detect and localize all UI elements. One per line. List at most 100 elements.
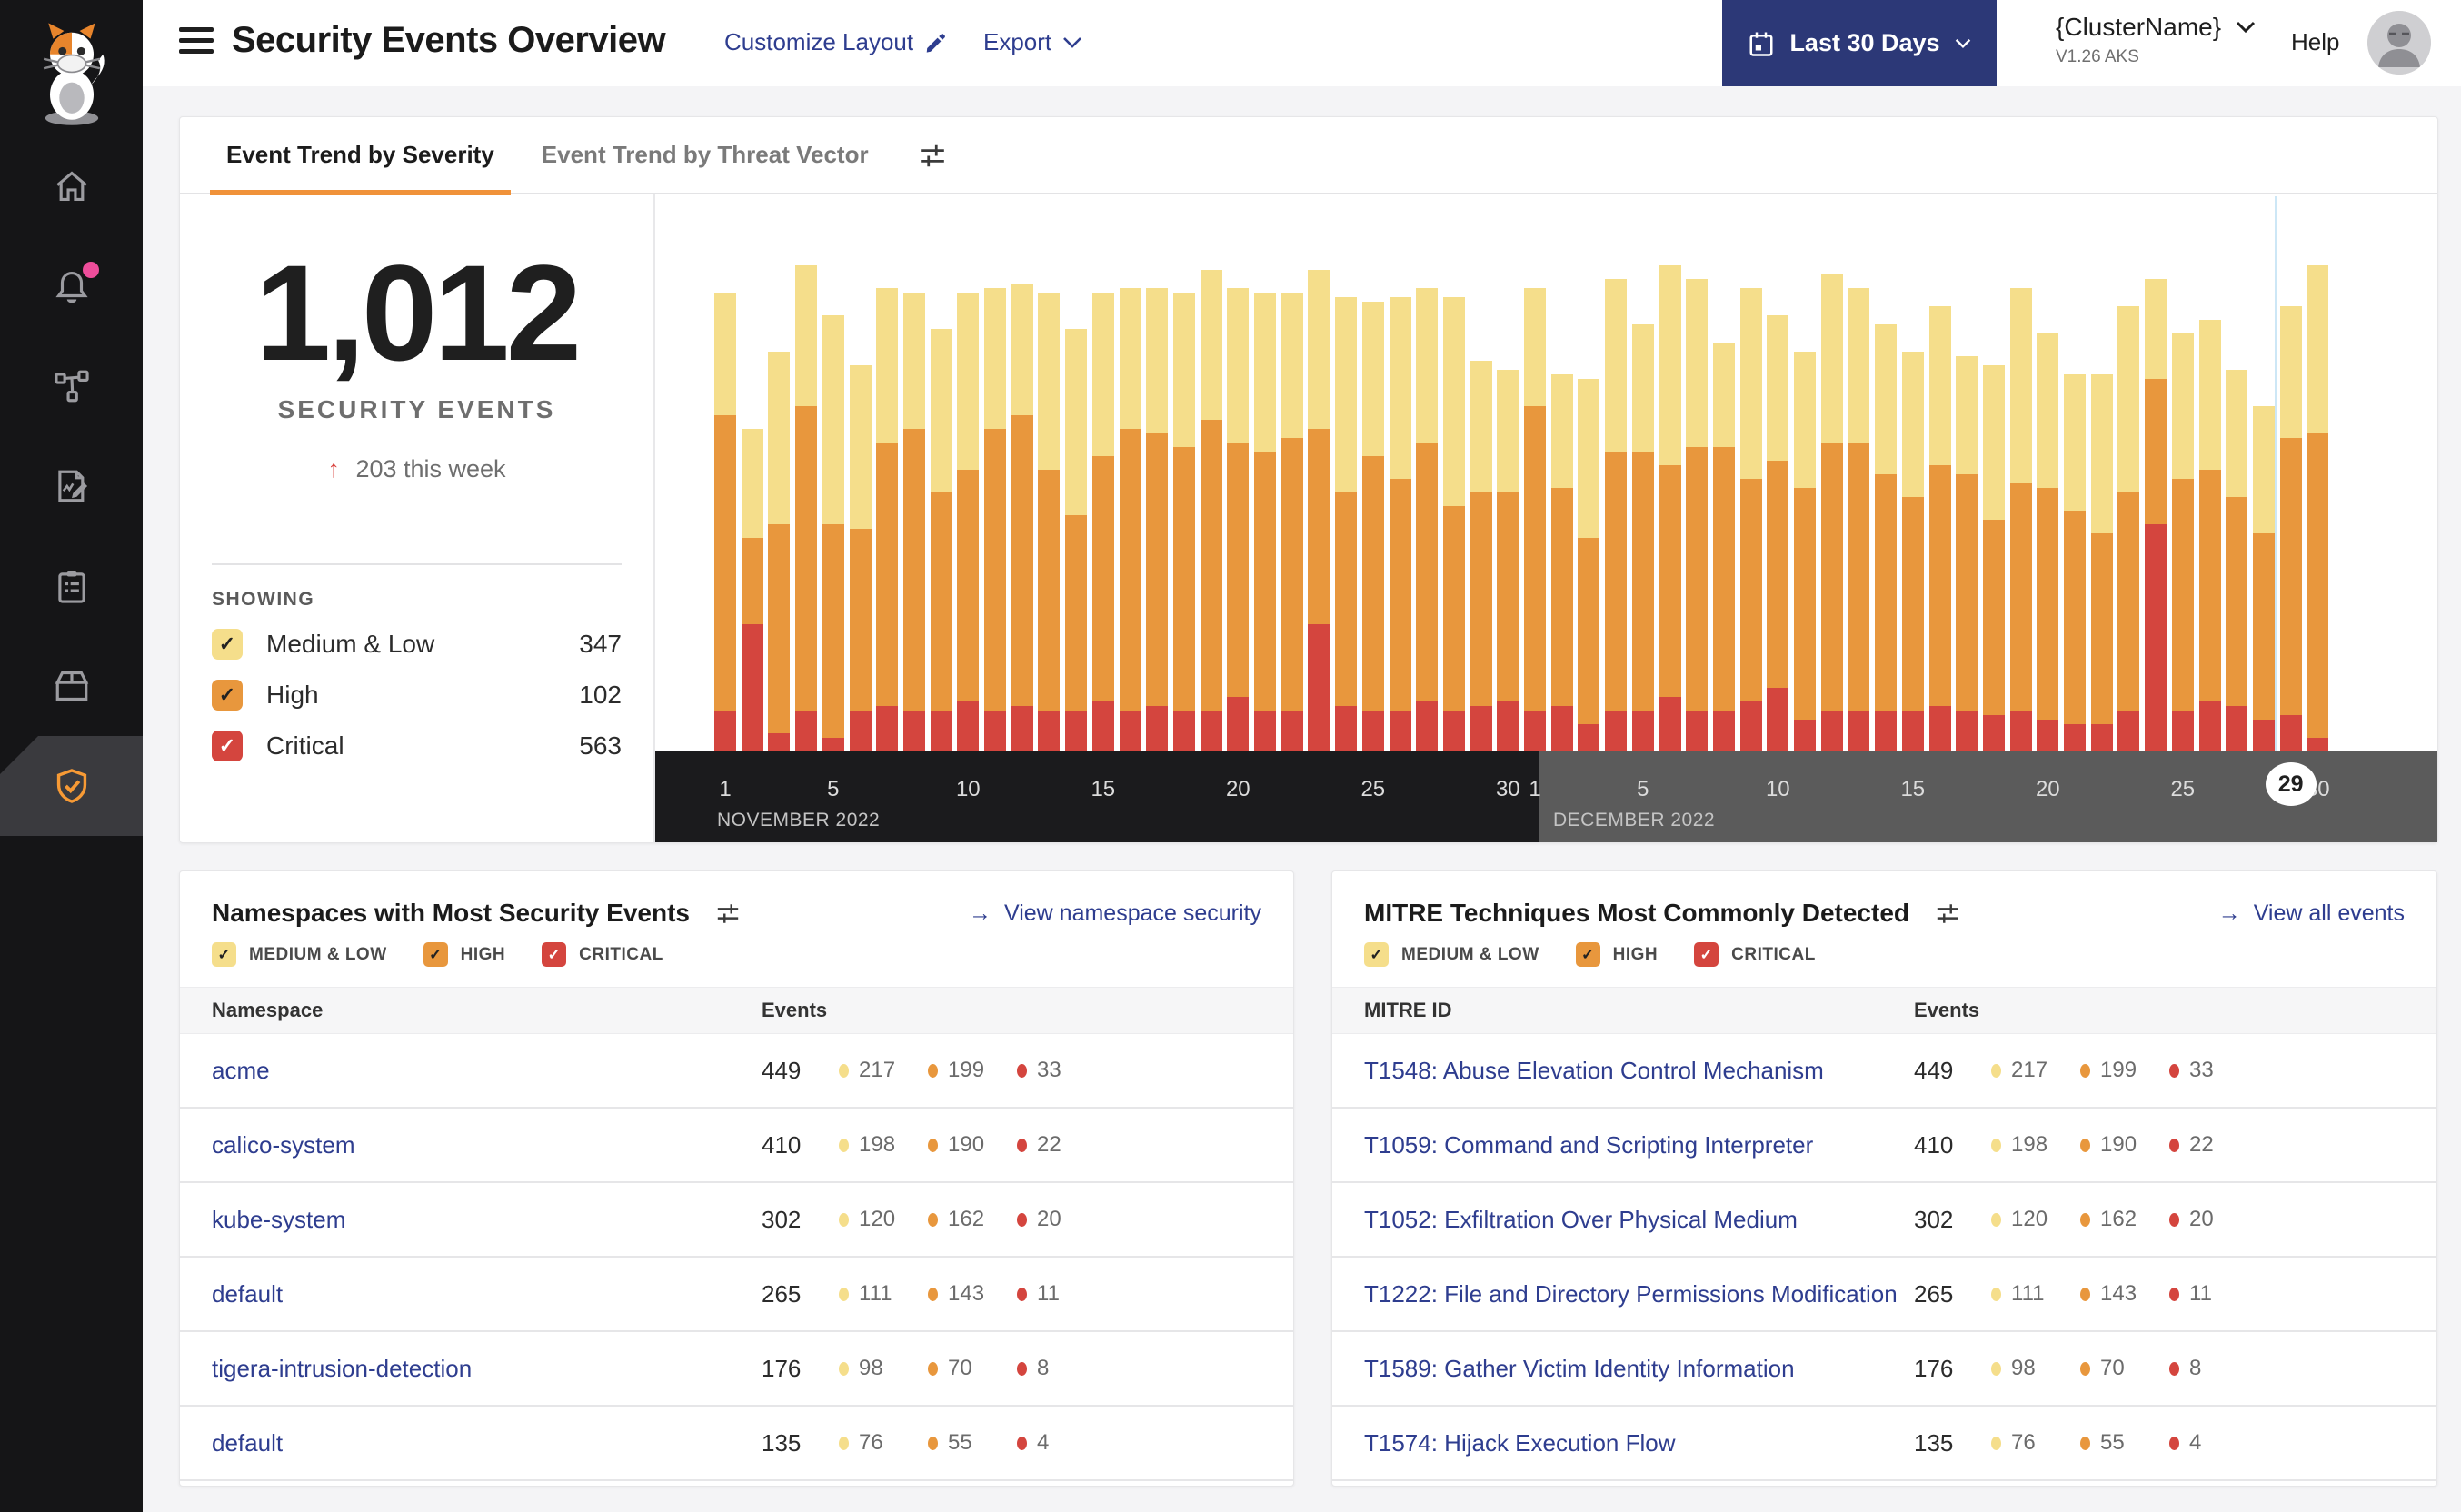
stacked-bar[interactable] bbox=[1928, 306, 1951, 751]
table-row[interactable]: T1574: Hijack Execution Flow 135 76 55 4 bbox=[1332, 1407, 2436, 1481]
stacked-bar[interactable] bbox=[1550, 374, 1573, 751]
stacked-bar[interactable] bbox=[2117, 306, 2140, 751]
stacked-bar[interactable] bbox=[1280, 293, 1303, 751]
tab-event-trend-by-threat-vector[interactable]: Event Trend by Threat Vector bbox=[518, 116, 892, 194]
stacked-bar[interactable] bbox=[1767, 315, 1789, 751]
stacked-bar[interactable] bbox=[822, 315, 844, 751]
stacked-bar[interactable] bbox=[930, 329, 952, 751]
stacked-bar[interactable] bbox=[1335, 297, 1358, 751]
stacked-bar[interactable] bbox=[1820, 274, 1843, 751]
severity-filter-chip[interactable]: ✓ HIGH bbox=[1575, 942, 1659, 967]
severity-filter-chip[interactable]: ✓ CRITICAL bbox=[1694, 942, 1816, 967]
table-row[interactable]: kube-system 302 120 162 20 bbox=[180, 1183, 1293, 1258]
mitre-technique-link[interactable]: T1589: Gather Victim Identity Informatio… bbox=[1332, 1355, 1914, 1383]
stacked-bar[interactable] bbox=[1442, 297, 1465, 751]
stacked-bar[interactable] bbox=[1200, 270, 1222, 751]
severity-filter-chip[interactable]: ✓ CRITICAL bbox=[542, 942, 663, 967]
table-row[interactable]: T1052: Exfiltration Over Physical Medium… bbox=[1332, 1183, 2436, 1258]
mitre-technique-link[interactable]: T1548: Abuse Elevation Control Mechanism bbox=[1332, 1057, 1914, 1085]
export-button[interactable]: Export bbox=[983, 28, 1082, 56]
stacked-bar[interactable] bbox=[1605, 279, 1628, 751]
help-button[interactable]: Help bbox=[2291, 28, 2339, 56]
stacked-bar[interactable] bbox=[957, 293, 980, 751]
stacked-bar[interactable] bbox=[1848, 288, 1870, 751]
stacked-bar[interactable] bbox=[1686, 279, 1709, 751]
severity-filter-chip[interactable]: ✓ MEDIUM & LOW bbox=[212, 942, 387, 967]
namespaces-settings-button[interactable] bbox=[715, 900, 741, 926]
view-namespace-security-link[interactable]: → View namespace security bbox=[969, 900, 1261, 927]
stacked-bar[interactable] bbox=[1389, 297, 1411, 751]
severity-checkbox[interactable]: ✓ bbox=[1364, 942, 1389, 967]
namespace-link[interactable]: calico-system bbox=[180, 1131, 762, 1159]
table-row[interactable]: T1589: Gather Victim Identity Informatio… bbox=[1332, 1332, 2436, 1407]
table-row[interactable]: T1222: File and Directory Permissions Mo… bbox=[1332, 1258, 2436, 1332]
severity-checkbox[interactable]: ✓ bbox=[212, 942, 236, 967]
severity-checkbox[interactable]: ✓ bbox=[542, 942, 567, 967]
mitre-technique-link[interactable]: T1052: Exfiltration Over Physical Medium bbox=[1332, 1206, 1914, 1234]
severity-checkbox[interactable]: ✓ bbox=[212, 731, 243, 761]
stacked-bar[interactable] bbox=[2145, 279, 2167, 751]
severity-filter-row[interactable]: ✓ Medium & Low 347 bbox=[212, 629, 622, 660]
severity-checkbox[interactable]: ✓ bbox=[1575, 942, 1600, 967]
stacked-bar[interactable] bbox=[1011, 284, 1033, 751]
stacked-bar[interactable] bbox=[1901, 352, 1924, 751]
table-row[interactable]: default 135 76 55 4 bbox=[180, 1407, 1293, 1481]
stacked-bar[interactable] bbox=[1982, 365, 2005, 751]
stacked-bar[interactable] bbox=[714, 293, 736, 751]
stacked-bar[interactable] bbox=[1227, 288, 1250, 751]
event-trend-chart[interactable]: NOVEMBER 2022 1 5 10 15 20 25 30 DECEMBER 2022 1 5… bbox=[655, 194, 2437, 842]
calico-cat-logo[interactable] bbox=[0, 0, 143, 136]
user-avatar[interactable] bbox=[2367, 11, 2431, 75]
chart-settings-button[interactable] bbox=[918, 141, 947, 170]
stacked-bar[interactable] bbox=[2198, 320, 2221, 751]
stacked-bar[interactable] bbox=[902, 293, 925, 751]
stacked-bar[interactable] bbox=[1361, 302, 1384, 751]
namespace-link[interactable]: acme bbox=[180, 1057, 762, 1085]
mitre-technique-link[interactable]: T1222: File and Directory Permissions Mo… bbox=[1332, 1280, 1914, 1308]
severity-checkbox[interactable]: ✓ bbox=[212, 629, 243, 660]
table-row[interactable]: T1548: Abuse Elevation Control Mechanism… bbox=[1332, 1034, 2436, 1109]
stacked-bar[interactable] bbox=[1659, 265, 1681, 751]
stacked-bar[interactable] bbox=[768, 352, 791, 751]
sidebar-item-workloads[interactable] bbox=[0, 636, 143, 736]
mitre-technique-link[interactable]: T1059: Command and Scripting Interpreter bbox=[1332, 1131, 1914, 1159]
stacked-bar[interactable] bbox=[1956, 356, 1978, 751]
hamburger-menu-button[interactable] bbox=[179, 27, 214, 58]
stacked-bar[interactable] bbox=[1172, 293, 1195, 751]
table-row[interactable]: T1059: Command and Scripting Interpreter… bbox=[1332, 1109, 2436, 1183]
severity-filter-chip[interactable]: ✓ MEDIUM & LOW bbox=[1364, 942, 1539, 967]
stacked-bar[interactable] bbox=[1091, 293, 1114, 751]
stacked-bar[interactable] bbox=[1416, 288, 1439, 751]
severity-checkbox[interactable]: ✓ bbox=[1694, 942, 1719, 967]
table-row[interactable]: acme 449 217 199 33 bbox=[180, 1034, 1293, 1109]
sidebar-item-policies[interactable] bbox=[0, 436, 143, 536]
namespace-link[interactable]: tigera-intrusion-detection bbox=[180, 1355, 762, 1383]
mitre-technique-link[interactable]: T1574: Hijack Execution Flow bbox=[1332, 1429, 1914, 1457]
stacked-bar[interactable] bbox=[795, 265, 818, 751]
stacked-bar[interactable] bbox=[2009, 288, 2032, 751]
sidebar-item-threat-defense[interactable] bbox=[0, 736, 143, 836]
stacked-bar[interactable] bbox=[1578, 379, 1600, 751]
stacked-bar[interactable] bbox=[1119, 288, 1141, 751]
severity-checkbox[interactable]: ✓ bbox=[212, 680, 243, 711]
stacked-bar[interactable] bbox=[1712, 343, 1735, 751]
stacked-bar[interactable] bbox=[1308, 270, 1330, 751]
namespace-link[interactable]: default bbox=[180, 1280, 762, 1308]
sidebar-item-alerts[interactable] bbox=[0, 236, 143, 336]
stacked-bar[interactable] bbox=[2279, 306, 2302, 751]
stacked-bar[interactable] bbox=[1038, 293, 1061, 751]
stacked-bar[interactable] bbox=[2226, 370, 2248, 751]
namespace-link[interactable]: default bbox=[180, 1429, 762, 1457]
stacked-bar[interactable] bbox=[1065, 329, 1088, 751]
stacked-bar[interactable] bbox=[1631, 324, 1654, 751]
stacked-bar[interactable] bbox=[1497, 370, 1519, 751]
stacked-bar[interactable] bbox=[984, 288, 1006, 751]
tab-event-trend-by-severity[interactable]: Event Trend by Severity bbox=[203, 116, 518, 195]
namespace-link[interactable]: kube-system bbox=[180, 1206, 762, 1234]
date-range-button[interactable]: Last 30 Days bbox=[1722, 0, 1997, 86]
stacked-bar[interactable] bbox=[1254, 293, 1276, 751]
stacked-bar[interactable] bbox=[741, 429, 763, 751]
stacked-bar[interactable] bbox=[2307, 265, 2329, 751]
stacked-bar[interactable] bbox=[1470, 361, 1492, 751]
view-all-events-link[interactable]: → View all events bbox=[2218, 900, 2405, 927]
